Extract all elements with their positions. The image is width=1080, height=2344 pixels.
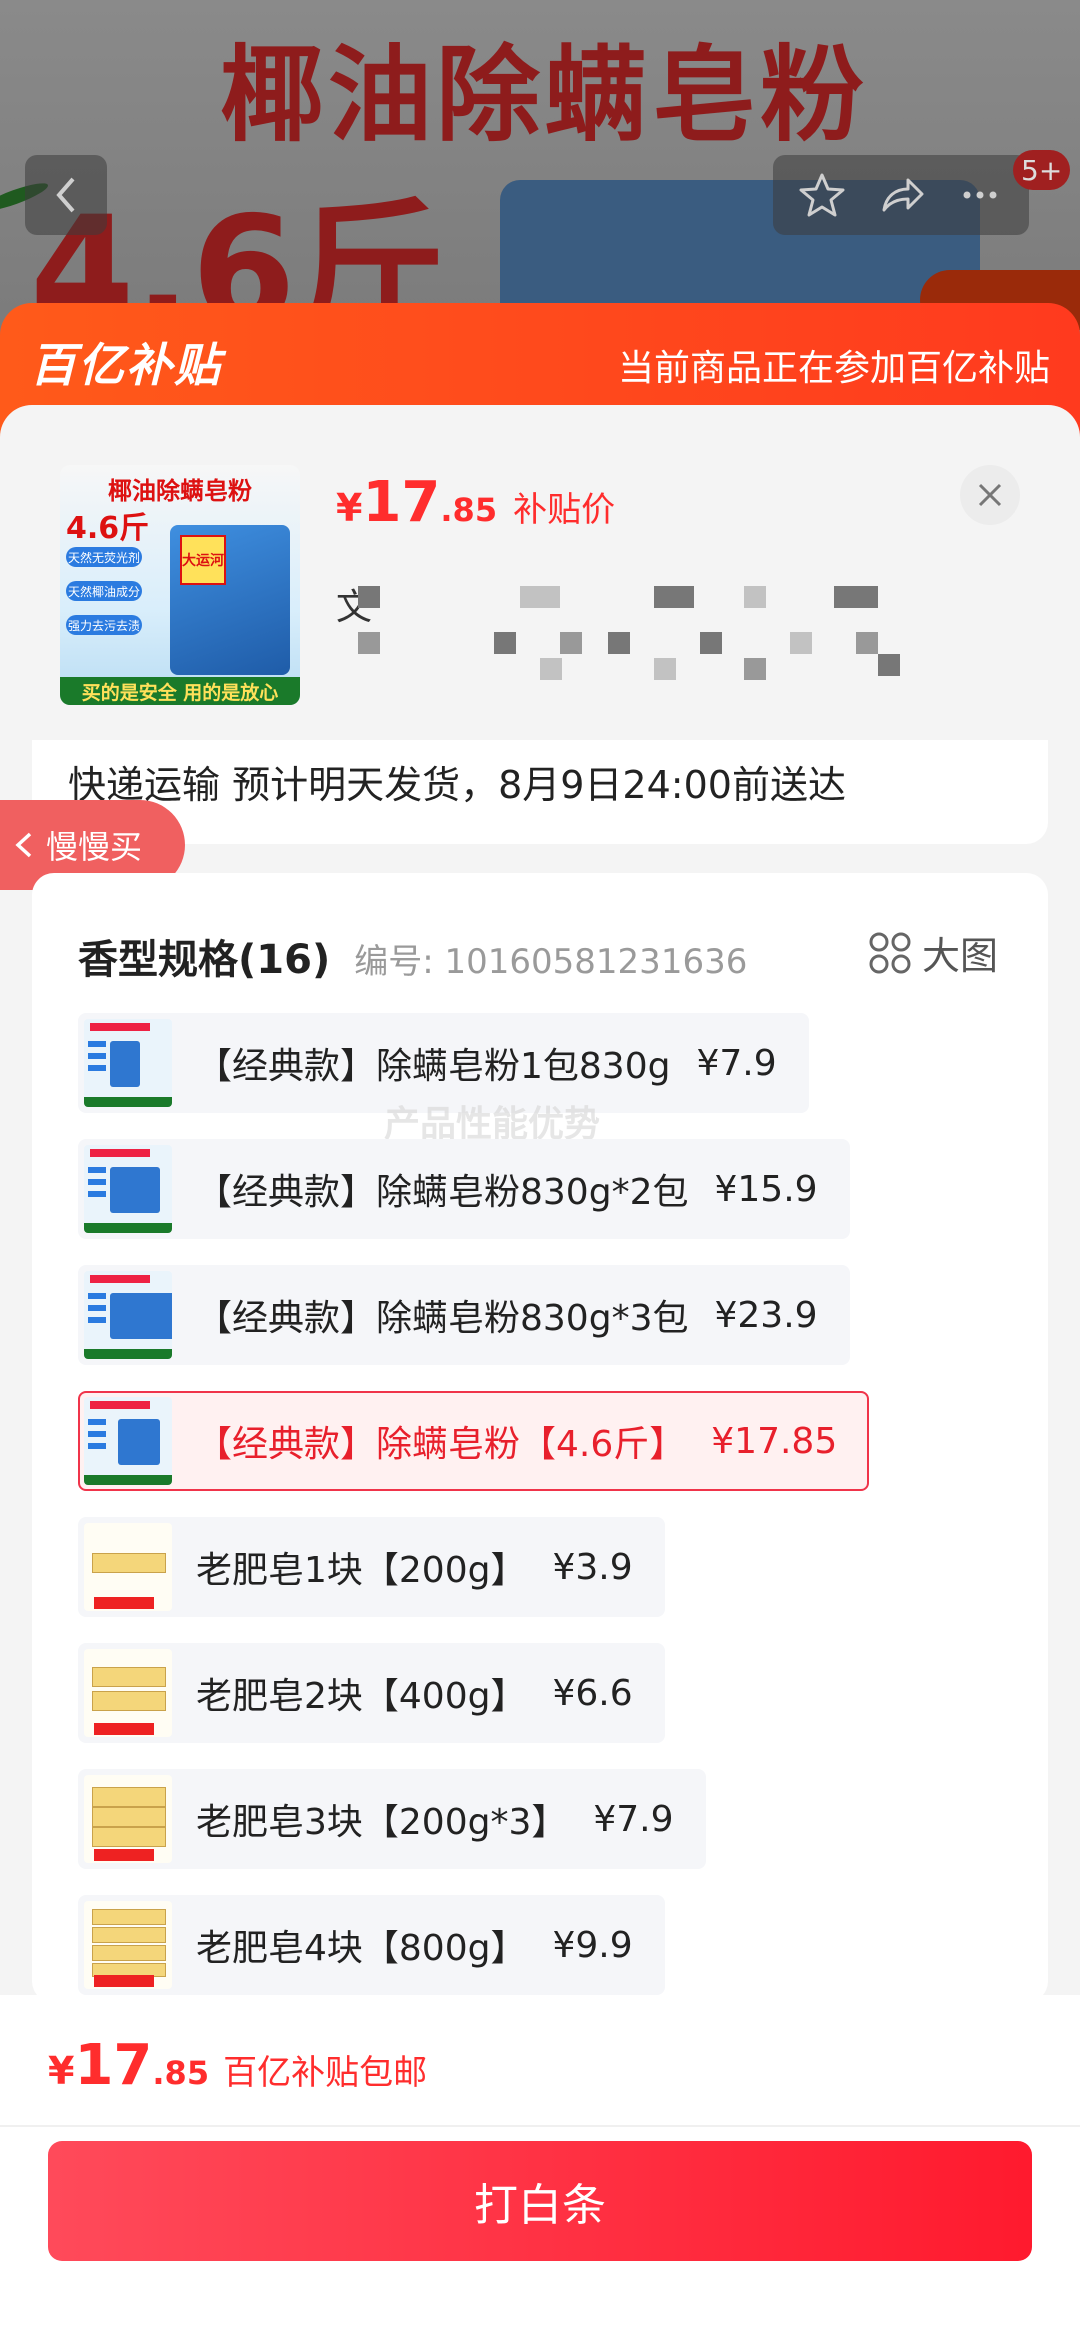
option-price: ¥6.6 <box>552 1672 633 1714</box>
option-price: ¥7.9 <box>593 1798 674 1840</box>
view-large-label: 大图 <box>921 934 998 978</box>
thumbnail-chip: 强力去污去渍 <box>66 615 142 635</box>
spec-option[interactable]: 【经典款】除螨皂粉1包830g ¥7.9 <box>78 1013 809 1113</box>
option-label: 【经典款】除螨皂粉1包830g <box>196 1046 671 1087</box>
shipping-estimate: 快递运输 预计明天发货，8月9日24:00前送达 <box>68 763 846 807</box>
option-thumbnail <box>84 1775 172 1863</box>
option-thumbnail <box>84 1145 172 1233</box>
close-icon <box>978 483 1002 507</box>
spec-header: 香型规格(16) 编号: 10160581231636 <box>78 927 747 985</box>
top-action-group <box>773 155 1029 235</box>
hero-title-text: 椰油除螨皂粉 <box>220 34 869 156</box>
divider <box>0 2125 1080 2127</box>
option-label: 【经典款】除螨皂粉【4.6斤】 <box>196 1424 686 1465</box>
bottom-action-bar: ¥ 17 .85 百亿补贴包邮 打白条 <box>0 1995 1080 2344</box>
star-icon[interactable] <box>797 170 847 220</box>
spec-option[interactable]: 【经典款】除螨皂粉830g*3包 ¥23.9 <box>78 1265 850 1365</box>
view-large-toggle[interactable]: 大图 <box>868 925 998 980</box>
spec-card: 香型规格(16) 编号: 10160581231636 大图 【经典款】除螨皂粉… <box>32 873 1048 2003</box>
thumbnail-chip: 天然椰油成分 <box>66 581 142 601</box>
grid-icon <box>869 932 911 973</box>
price-integer: 17 <box>362 470 441 535</box>
thumbnail-chip: 天然无荧光剂 <box>66 547 142 567</box>
spec-option[interactable]: 老肥皂1块【200g】 ¥3.9 <box>78 1517 665 1617</box>
option-label: 老肥皂2块【400g】 <box>196 1676 527 1717</box>
message-count-badge: 5+ <box>1013 150 1071 190</box>
back-button[interactable] <box>25 155 107 235</box>
option-thumbnail <box>84 1271 172 1359</box>
option-thumbnail <box>84 1397 172 1485</box>
subsidy-logo: 百亿补贴 <box>30 338 222 392</box>
option-label: 【经典款】除螨皂粉830g*3包 <box>196 1298 689 1339</box>
spec-option[interactable]: 【经典款】除螨皂粉830g*2包 ¥15.9 <box>78 1139 850 1239</box>
option-thumbnail <box>84 1523 172 1611</box>
free-shipping-note: 百亿补贴包邮 <box>223 2053 428 2093</box>
option-label: 老肥皂4块【800g】 <box>196 1928 527 1969</box>
spec-option[interactable]: 老肥皂2块【400g】 ¥6.6 <box>78 1643 665 1743</box>
subsidy-price: ¥ 17 .85 补贴价 <box>336 470 615 535</box>
chevron-left-icon <box>15 832 32 858</box>
thumbnail-bag-label: 大运河 <box>180 535 226 585</box>
shipping-info-card[interactable]: 快递运输 预计明天发货，8月9日24:00前送达 <box>32 740 1048 844</box>
slow-buy-label: 慢慢买 <box>46 828 143 866</box>
buy-with-credit-button[interactable]: 打白条 <box>48 2141 1032 2261</box>
price-currency: ¥ <box>336 486 363 530</box>
spec-option-selected[interactable]: 【经典款】除螨皂粉【4.6斤】 ¥17.85 <box>78 1391 870 1491</box>
option-thumbnail <box>84 1901 172 1989</box>
spec-title: 香型规格(16) <box>78 937 331 983</box>
option-thumbnail <box>84 1019 172 1107</box>
option-price: ¥9.9 <box>552 1924 633 1966</box>
more-icon[interactable] <box>955 170 1005 220</box>
price-tag-label: 补贴价 <box>513 490 616 530</box>
bottom-price-decimal: .85 <box>152 2054 210 2092</box>
option-label: 老肥皂3块【200g*3】 <box>196 1802 568 1843</box>
option-label: 【经典款】除螨皂粉830g*2包 <box>196 1172 689 1213</box>
option-price: ¥15.9 <box>714 1168 818 1210</box>
thumbnail-weight: 4.6斤 <box>66 511 150 546</box>
option-price: ¥7.9 <box>696 1042 777 1084</box>
option-price: ¥17.85 <box>711 1420 838 1462</box>
option-label: 老肥皂1块【200g】 <box>196 1550 527 1591</box>
option-price: ¥23.9 <box>714 1294 818 1336</box>
subsidy-tagline: 当前商品正在参加百亿补贴 <box>617 348 1050 389</box>
close-button[interactable] <box>960 465 1020 525</box>
bottom-price-integer: 17 <box>74 2033 153 2098</box>
thumbnail-slogan: 买的是安全 用的是放心 <box>60 677 300 705</box>
price-decimal: .85 <box>440 491 498 529</box>
option-price: ¥3.9 <box>552 1546 633 1588</box>
thumbnail-title: 椰油除螨皂粉 <box>108 477 252 505</box>
bottom-price: ¥ 17 .85 百亿补贴包邮 <box>48 2033 427 2098</box>
spec-option[interactable]: 老肥皂3块【200g*3】 ¥7.9 <box>78 1769 706 1869</box>
product-code: 编号: 10160581231636 <box>354 942 748 982</box>
product-thumbnail[interactable]: 椰油除螨皂粉 4.6斤 天然无荧光剂 天然椰油成分 强力去污去渍 大运河 买的是… <box>60 465 300 705</box>
bottom-price-currency: ¥ <box>48 2049 75 2093</box>
option-thumbnail <box>84 1649 172 1737</box>
spec-option[interactable]: 老肥皂4块【800g】 ¥9.9 <box>78 1895 665 1995</box>
back-arrow-icon <box>56 177 75 213</box>
share-icon[interactable] <box>876 170 926 220</box>
